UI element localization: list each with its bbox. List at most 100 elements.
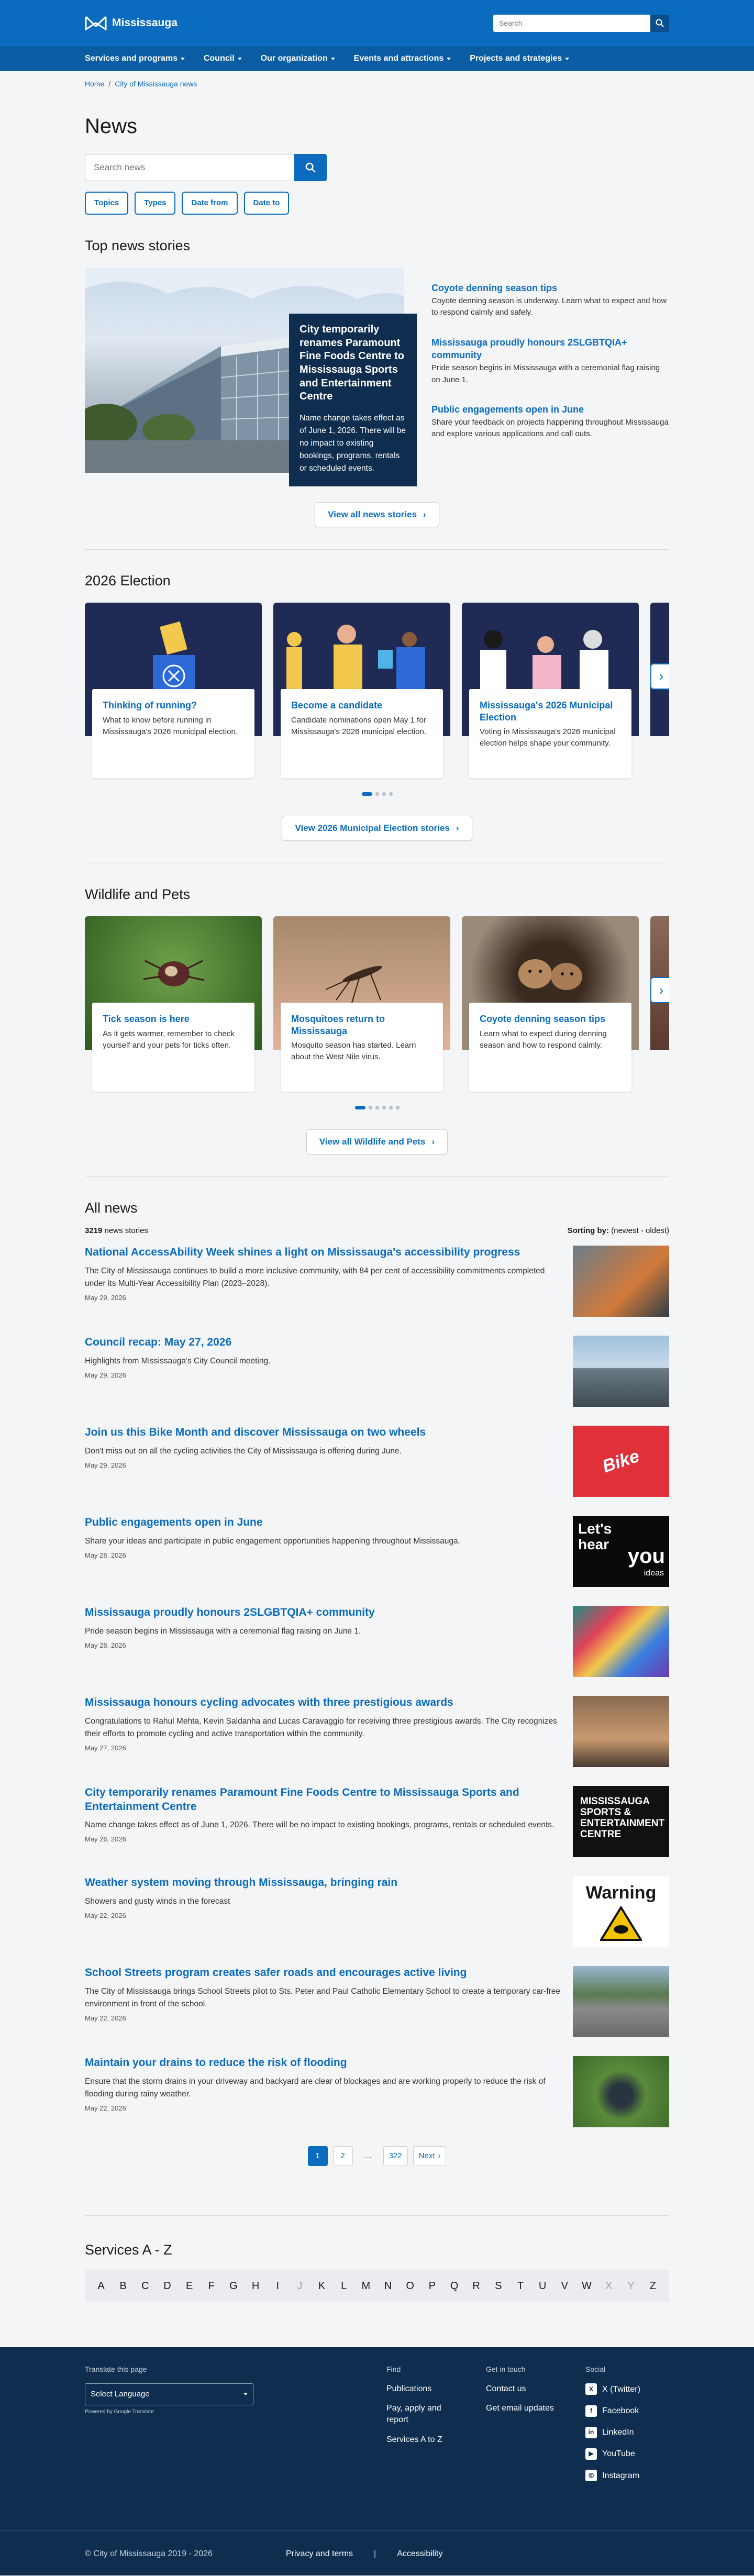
carousel-card[interactable]: Tick season is here As it gets warmer, r… [85,916,262,1094]
filter-topics-button[interactable]: Topics [85,192,129,215]
page-last-button[interactable]: 322 [383,2146,408,2167]
news-item-date: May 29, 2026 [85,1371,126,1379]
sort-control[interactable]: Sorting by: (newest - oldest) [568,1225,669,1237]
accessibility-link[interactable]: Accessibility [397,2548,442,2560]
news-item-title[interactable]: Mississauga proudly honours 2SLGBTQIA+ c… [85,1606,561,1619]
news-item-title[interactable]: School Streets program creates safer roa… [85,1966,561,1980]
carousel-card[interactable]: Coyote denning season tips Learn what to… [462,916,639,1094]
next-page-button[interactable]: Next › [413,2146,447,2167]
az-letter-a[interactable]: A [93,2279,109,2294]
carousel-card[interactable]: Become a candidate Candidate nominations… [273,603,450,781]
social-link-facebook[interactable]: f Facebook [585,2405,640,2417]
featured-story[interactable]: City temporarily renames Paramount Fine … [85,268,417,487]
carousel-dot[interactable] [389,792,393,796]
news-item-title[interactable]: City temporarily renames Paramount Fine … [85,1786,561,1814]
card-title: Thinking of running? [103,700,197,711]
az-letter-k[interactable]: K [314,2279,330,2294]
carousel-card-partial[interactable] [650,603,669,781]
carousel-dot[interactable] [368,1106,372,1110]
top-story-title[interactable]: Coyote denning season tips [431,283,557,293]
footer-link-pay-apply-report[interactable]: Pay, apply and report [386,2403,460,2425]
filter-date-from-button[interactable]: Date from [182,192,238,215]
top-stories-list: Coyote denning season tips Coyote dennin… [431,268,669,467]
az-letter-b[interactable]: B [115,2279,131,2294]
az-letter-v[interactable]: V [557,2279,572,2294]
filter-types-button[interactable]: Types [135,192,176,215]
breadcrumb-news[interactable]: City of Mississauga news [115,79,197,97]
az-letter-z[interactable]: Z [645,2279,661,2294]
services-az-section: Services A - Z ABCDEFGHIJKLMNOPQRSTUVWX Y… [85,2240,669,2303]
az-letter-w[interactable]: W [579,2279,594,2294]
news-item-date: May 29, 2026 [85,1461,126,1469]
az-letter-s[interactable]: S [491,2279,506,2294]
header-search-input[interactable] [493,14,650,32]
page-1-button[interactable]: 1 [307,2146,328,2167]
az-letter-l[interactable]: L [336,2279,352,2294]
news-item-title[interactable]: Mississauga honours cycling advocates wi… [85,1696,561,1709]
az-letter-o[interactable]: O [402,2279,418,2294]
news-search-button[interactable] [294,154,327,181]
carousel-dot[interactable] [354,1106,365,1110]
carousel-dot[interactable] [361,792,372,796]
carousel-card[interactable]: Mosquitoes return to Mississauga Mosquit… [273,916,450,1094]
top-story-title[interactable]: Mississauga proudly honours 2SLGBTQIA+ c… [431,337,627,361]
news-item-title[interactable]: National AccessAbility Week shines a lig… [85,1246,561,1259]
view-election-stories-button[interactable]: View 2026 Municipal Election stories › [282,816,472,841]
carousel-dot[interactable] [375,1106,379,1110]
nav-our-organization[interactable]: Our organization [251,52,345,64]
privacy-terms-link[interactable]: Privacy and terms [286,2548,353,2560]
news-item-title[interactable]: Council recap: May 27, 2026 [85,1336,561,1349]
news-search-input[interactable] [85,154,294,181]
language-select[interactable]: Select Language [85,2383,253,2405]
az-letter-g[interactable]: G [226,2279,241,2294]
az-letter-r[interactable]: R [469,2279,484,2294]
nav-events-and-attractions[interactable]: Events and attractions [345,52,461,64]
carousel-next-button[interactable]: › [650,663,669,690]
news-item-title[interactable]: Maintain your drains to reduce the risk … [85,2056,561,2070]
social-link-x[interactable]: X X (Twitter) [585,2383,640,2395]
az-letter-n[interactable]: N [380,2279,396,2294]
footer-link-services-a-to-z[interactable]: Services A to Z [386,2434,486,2446]
top-story-title[interactable]: Public engagements open in June [431,404,584,415]
az-letter-q[interactable]: Q [447,2279,462,2294]
nav-council[interactable]: Council [194,52,251,64]
news-item-title[interactable]: Weather system moving through Mississaug… [85,1876,561,1890]
carousel-dot[interactable] [375,792,379,796]
az-letter-u[interactable]: U [535,2279,550,2294]
az-letter-h[interactable]: H [248,2279,263,2294]
view-wildlife-stories-button[interactable]: View all Wildlife and Pets › [306,1129,448,1155]
carousel-dot[interactable] [382,792,386,796]
az-letter-i[interactable]: I [270,2279,285,2294]
carousel-dot[interactable] [395,1106,400,1110]
breadcrumb-home[interactable]: Home [85,79,104,97]
nav-services-and-programs[interactable]: Services and programs [85,52,194,64]
page-2-button[interactable]: 2 [332,2146,353,2167]
az-letter-e[interactable]: E [182,2279,197,2294]
nav-projects-and-strategies[interactable]: Projects and strategies [460,52,579,64]
featured-story-title[interactable]: City temporarily renames Paramount Fine … [300,323,406,404]
view-all-news-button[interactable]: View all news stories › [315,502,439,528]
az-letter-f[interactable]: F [204,2279,219,2294]
az-letter-m[interactable]: M [358,2279,374,2294]
footer-link-contact-us[interactable]: Contact us [486,2383,585,2395]
az-letter-p[interactable]: P [424,2279,440,2294]
social-link-linkedin[interactable]: in LinkedIn [585,2426,640,2438]
header-search-button[interactable] [650,14,669,32]
site-logo[interactable]: Mississauga [85,15,178,31]
social-link-youtube[interactable]: ▶ YouTube [585,2448,640,2460]
carousel-dot[interactable] [389,1106,393,1110]
carousel-card[interactable]: Mississauga's 2026 Municipal Election Vo… [462,603,639,781]
news-item-title[interactable]: Join us this Bike Month and discover Mis… [85,1426,561,1439]
carousel-card[interactable]: Thinking of running? What to know before… [85,603,262,781]
footer-link-email-updates[interactable]: Get email updates [486,2403,585,2414]
footer-link-publications[interactable]: Publications [386,2383,486,2395]
carousel-next-button[interactable]: › [650,977,669,1004]
az-letter-t[interactable]: T [513,2279,528,2294]
social-link-instagram[interactable]: ◎ Instagram [585,2470,640,2482]
az-letter-d[interactable]: D [159,2279,175,2294]
filter-date-to-button[interactable]: Date to [243,192,290,215]
news-item-title[interactable]: Public engagements open in June [85,1516,561,1529]
az-letter-c[interactable]: C [137,2279,153,2294]
carousel-dot[interactable] [382,1106,386,1110]
carousel-card-partial[interactable] [650,916,669,1094]
